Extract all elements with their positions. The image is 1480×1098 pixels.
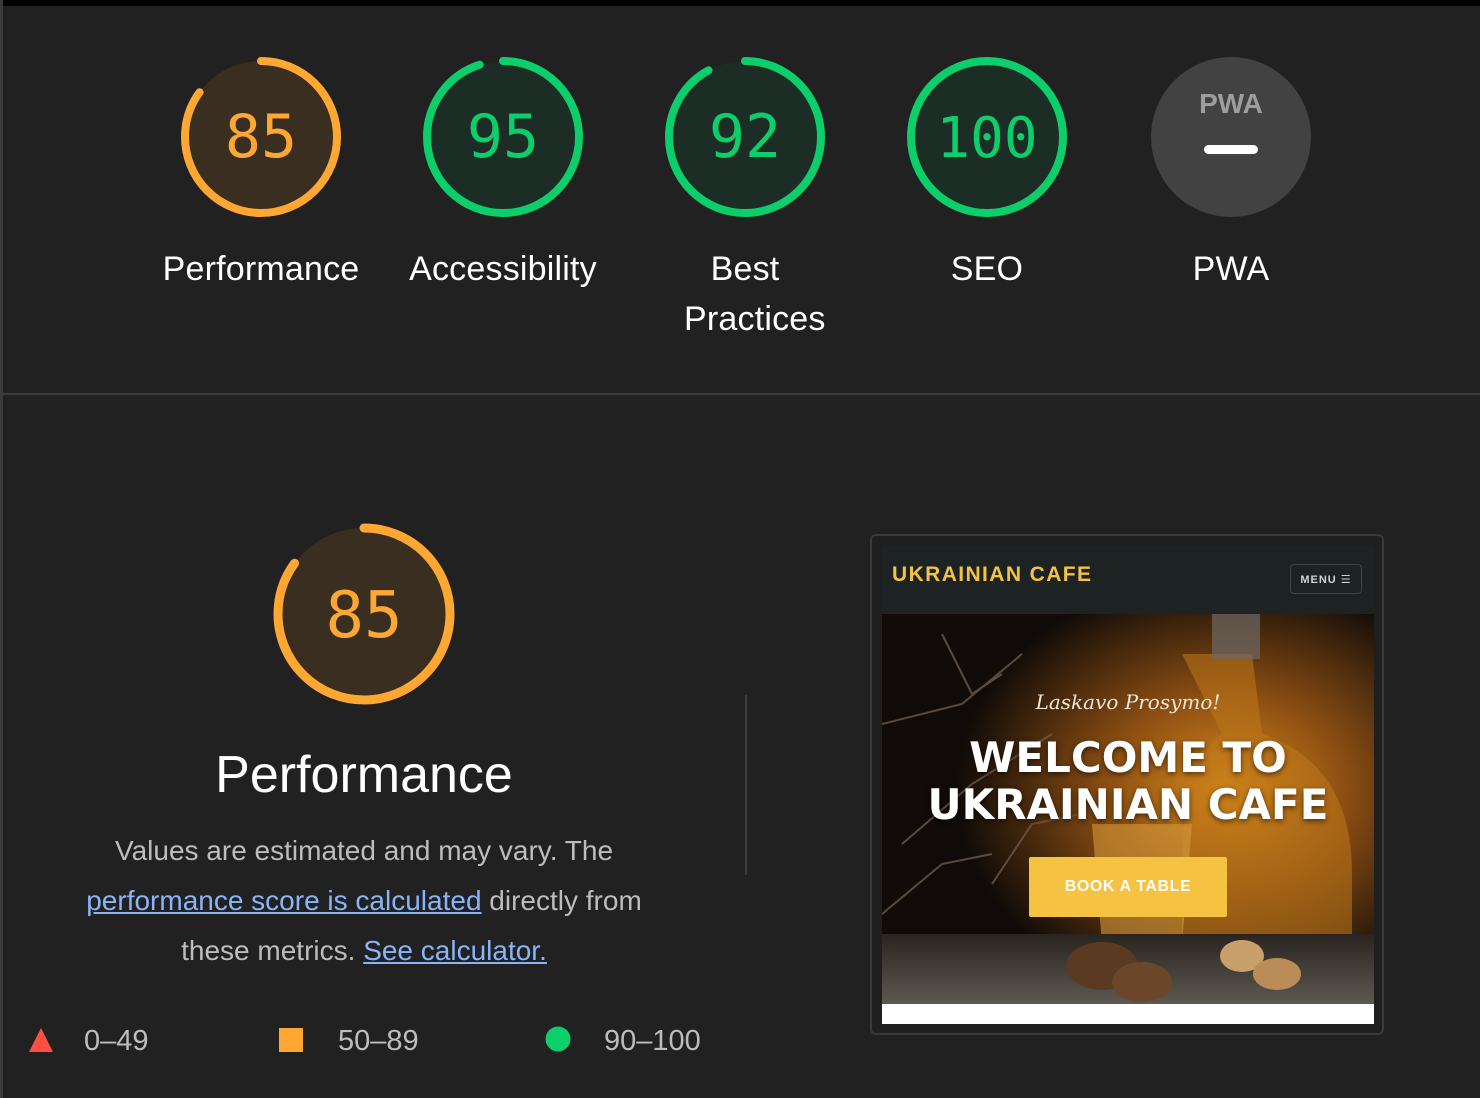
triangle-icon xyxy=(29,1028,53,1052)
legend-average: 50–89 xyxy=(278,1018,419,1064)
performance-score-large: 85 xyxy=(325,579,402,653)
performance-description: Values are estimated and may vary. The p… xyxy=(50,826,678,976)
site-menu-button: MENU ☰ xyxy=(1290,564,1362,594)
gauge-accessibility-score: 95 xyxy=(467,102,539,172)
gauge-seo-label: SEO xyxy=(950,250,1024,288)
performance-gauge-large: 85 xyxy=(244,520,484,713)
pwa-dash-icon xyxy=(1204,145,1258,154)
square-icon xyxy=(279,1028,303,1052)
gauge-performance[interactable]: 85 Performance xyxy=(140,56,382,294)
legend-fail: 0–49 xyxy=(28,1018,149,1064)
legend-fail-range: 0–49 xyxy=(84,1025,149,1057)
see-calculator-link[interactable]: See calculator. xyxy=(363,935,547,966)
gauge-seo-ring: 100 xyxy=(907,57,1067,217)
gauge-performance-score: 85 xyxy=(225,102,297,172)
legend-average-range: 50–89 xyxy=(338,1025,419,1057)
gauge-accessibility-label: Accessibility xyxy=(409,250,597,288)
section-divider xyxy=(3,393,1480,395)
gauge-pwa[interactable]: PWA PWA xyxy=(1110,56,1352,294)
left-border xyxy=(0,0,3,1098)
gauge-performance-ring: 85 xyxy=(181,57,341,217)
gauge-performance-label: Performance xyxy=(162,250,360,288)
pwa-badge-icon: PWA xyxy=(1151,57,1311,217)
performance-ring-large: 85 xyxy=(273,523,455,705)
score-calculated-link[interactable]: performance score is calculated xyxy=(86,885,481,916)
gauge-best-practices-score: 92 xyxy=(709,102,781,172)
hero-title: WELCOME TO UKRAINIAN CAFE xyxy=(927,733,1329,829)
legend-pass: 90–100 xyxy=(544,1018,701,1064)
gauge-seo[interactable]: 100 SEO xyxy=(866,56,1108,294)
gauge-pwa-label: PWA xyxy=(1192,250,1270,288)
performance-title: Performance xyxy=(215,746,513,804)
legend-pass-range: 90–100 xyxy=(604,1025,701,1057)
site-footer-strip xyxy=(882,1004,1374,1024)
circle-icon xyxy=(545,1026,571,1052)
hero-script-text: Laskavo Prosymo! xyxy=(1035,690,1221,714)
top-border xyxy=(0,0,1480,6)
site-name: UKRAINIAN CAFE xyxy=(892,563,1093,586)
gauge-best-practices-label: Best Practices xyxy=(684,250,826,338)
gauge-accessibility-ring: 95 xyxy=(423,57,583,217)
pwa-badge-text: PWA xyxy=(1199,88,1263,119)
gauge-accessibility[interactable]: 95 Accessibility xyxy=(382,56,624,294)
gauge-best-practices[interactable]: 92 Best Practices xyxy=(624,56,866,344)
desc-text-1: Values are estimated and may vary. The xyxy=(114,835,614,866)
gauge-seo-score: 100 xyxy=(936,106,1037,171)
gauge-best-practices-ring: 92 xyxy=(665,57,825,217)
book-table-button: BOOK A TABLE xyxy=(1029,857,1227,917)
vertical-divider xyxy=(745,695,747,875)
site-hero: Laskavo Prosymo! WELCOME TO UKRAINIAN CA… xyxy=(882,614,1374,1004)
score-legend: 0–49 50–89 90–100 xyxy=(0,1018,740,1064)
